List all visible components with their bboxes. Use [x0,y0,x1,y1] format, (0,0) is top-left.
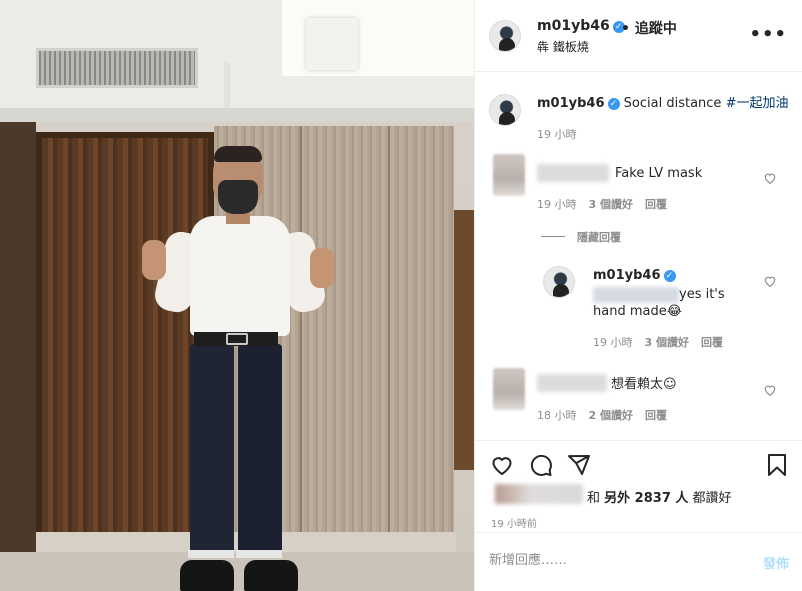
person-shoe [180,560,234,591]
heart-icon[interactable] [763,171,777,185]
reply-meta: 19 小時 3 個讚好 回覆 [593,334,723,350]
bookmark-icon[interactable] [765,453,789,477]
person-cuff [236,550,282,558]
reply-button[interactable]: 回覆 [645,409,667,422]
caption-avatar[interactable] [489,94,521,126]
post-photo[interactable] [0,0,474,591]
comment-likes[interactable]: 3 個讚好 [589,198,633,211]
likes-suffix: 都讚好 [692,491,732,506]
reply-likes[interactable]: 3 個讚好 [645,336,689,349]
reply-text-line2: hand made😂 [593,304,682,319]
caption-text: m01yb46 ✓ Social distance #一起加油 [537,94,788,113]
comment-text: 想看賴太☺ [611,377,677,392]
caption-username[interactable]: m01yb46 [537,96,605,111]
post-timestamp[interactable]: 19 小時前 [491,515,537,530]
caption-hashtag[interactable]: #一起加油 [726,96,789,111]
likes-prefix: 和 [587,491,601,506]
comment-meta: 19 小時 3 個讚好 回覆 [537,196,667,212]
comment-likes[interactable]: 2 個讚好 [589,409,633,422]
author-username-row: m01yb46 ✓ [537,18,625,34]
person-buckle [226,333,248,345]
reply-username[interactable]: m01yb46 [593,268,661,283]
comment-icon[interactable] [529,453,553,477]
reply-username-row: m01yb46 ✓ [593,266,676,285]
author-username[interactable]: m01yb46 [537,18,610,34]
add-comment-bar: 發佈 [475,532,802,591]
commenter-avatar-blurred[interactable] [493,154,525,196]
comment-text: Fake LV mask [615,166,703,181]
commenter-avatar-blurred[interactable] [493,368,525,410]
likes-count[interactable]: 另外 2837 人 [604,491,688,506]
person-hair [214,146,262,162]
caption-time[interactable]: 19 小時 [537,126,577,142]
commenter-name-blurred[interactable] [537,164,609,182]
reply-button[interactable]: 回覆 [645,198,667,211]
comment-input[interactable] [489,553,729,568]
caption-body: Social distance [623,96,726,111]
person-leg [238,344,282,556]
post-comment-button[interactable]: 發佈 [763,553,789,572]
hide-replies-button[interactable]: 隱藏回覆 [541,229,621,245]
reply-button[interactable]: 回覆 [701,336,723,349]
verified-badge-icon: ✓ [663,270,676,282]
post-side-panel: m01yb46 ✓ • 追蹤中 犇 鐵板燒 ••• m01yb46 ✓ Social… [474,0,802,591]
follow-status[interactable]: • 追蹤中 [621,18,677,38]
comment-meta: 18 小時 2 個讚好 回覆 [537,407,667,423]
comment-time[interactable]: 18 小時 [537,409,577,422]
person-shirt [190,216,290,336]
heart-icon[interactable] [763,274,777,288]
reply-avatar[interactable] [543,266,575,298]
liker-blurred[interactable] [495,484,583,504]
comment-time[interactable]: 19 小時 [537,198,577,211]
reply-time[interactable]: 19 小時 [593,336,633,349]
person-cuff [188,550,234,558]
reply-text-line1: yes it's [679,287,725,302]
mention-blurred[interactable] [593,287,679,303]
share-icon[interactable] [567,453,591,477]
ellipsis-icon[interactable]: ••• [749,24,787,45]
person-mask [218,180,258,214]
heart-icon[interactable] [489,453,515,477]
person-shoe [244,560,298,591]
author-avatar[interactable] [489,20,521,52]
heart-icon[interactable] [763,383,777,397]
likes-summary[interactable]: 和 另外 2837 人 都讚好 [587,487,732,506]
commenter-name-blurred[interactable] [537,374,607,392]
instagram-post-view: m01yb46 ✓ • 追蹤中 犇 鐵板燒 ••• m01yb46 ✓ Social… [0,0,802,591]
person-hand [142,240,166,280]
verified-badge-icon: ✓ [607,98,620,110]
photo-person [0,0,474,591]
post-location[interactable]: 犇 鐵板燒 [537,38,589,55]
person-leg [190,344,234,556]
post-header: m01yb46 ✓ • 追蹤中 犇 鐵板燒 ••• [475,0,802,72]
person-hand [310,248,334,288]
